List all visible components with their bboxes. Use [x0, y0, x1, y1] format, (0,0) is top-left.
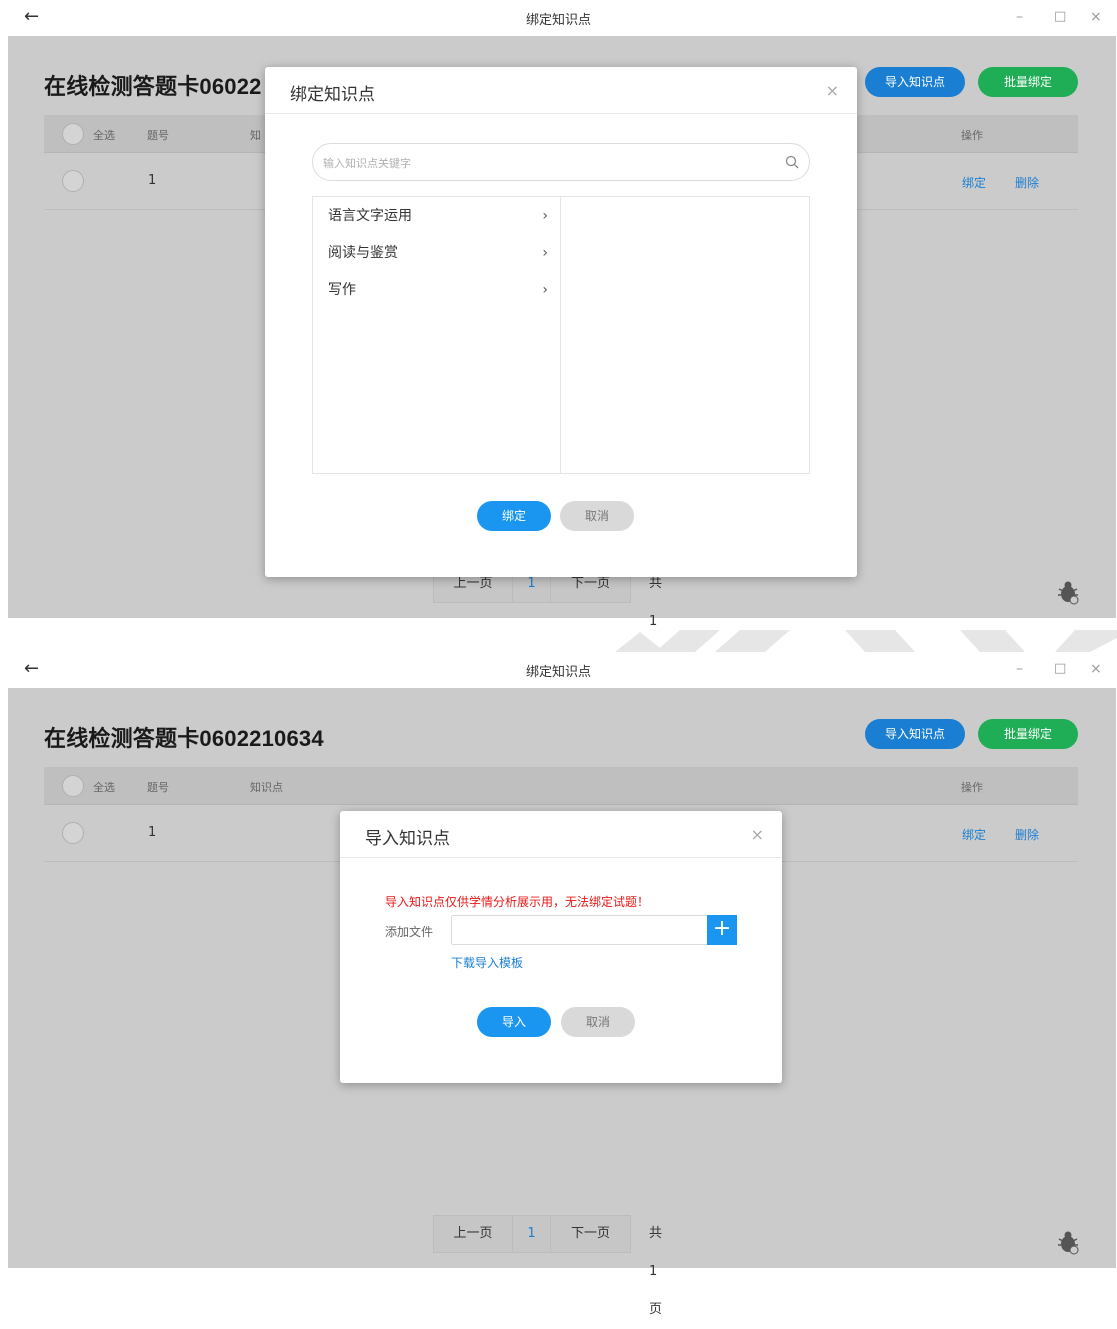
- import-confirm-button[interactable]: 导入: [477, 1007, 551, 1037]
- page-title: 在线检测答题卡0602210634: [44, 726, 324, 751]
- prev-page-button[interactable]: 上一页: [433, 1215, 513, 1253]
- plus-icon[interactable]: +: [707, 915, 737, 945]
- column-actions: 操作: [961, 129, 983, 142]
- modal-title: 绑定知识点: [290, 85, 375, 105]
- batch-bind-button[interactable]: 批量绑定: [978, 719, 1078, 749]
- bind-knowledge-modal: 绑定知识点 × 输入知识点关键字 语言文字运用 › 阅读与鉴赏 › 写作 › 绑…: [265, 67, 857, 577]
- tree-item-language[interactable]: 语言文字运用 ›: [328, 201, 548, 231]
- row-select-radio[interactable]: [62, 170, 84, 192]
- row-number: 1: [148, 825, 157, 840]
- modal-header: 绑定知识点 ×: [265, 67, 857, 114]
- page-total: 共 1页: [649, 1226, 663, 1317]
- screen-bind-knowledge: ← 绑定知识点 – □ × 在线检测答题卡06022 导入知识点 批量绑定 全选…: [0, 0, 1117, 667]
- batch-bind-button[interactable]: 批量绑定: [978, 67, 1078, 97]
- window-title: 绑定知识点: [525, 13, 591, 28]
- maximize-icon[interactable]: □: [1054, 8, 1066, 26]
- knowledge-tree: 语言文字运用 › 阅读与鉴赏 › 写作 ›: [312, 196, 810, 474]
- row-bind-link[interactable]: 绑定: [962, 826, 986, 843]
- knowledge-search-input[interactable]: 输入知识点关键字: [312, 143, 810, 181]
- modal-header: 导入知识点 ×: [340, 811, 782, 858]
- row-delete-link[interactable]: 删除: [1015, 826, 1039, 843]
- row-select-radio[interactable]: [62, 822, 84, 844]
- import-knowledge-modal: 导入知识点 × 导入知识点仅供学情分析展示用，无法绑定试题！ 添加文件 + 下载…: [340, 811, 782, 1083]
- select-all-radio[interactable]: [62, 775, 84, 797]
- tree-item-label: 写作: [328, 282, 356, 298]
- close-icon[interactable]: ×: [751, 825, 764, 844]
- import-warning: 导入知识点仅供学情分析展示用，无法绑定试题！: [385, 895, 650, 909]
- select-all-label: 全选: [93, 129, 115, 142]
- maximize-icon[interactable]: □: [1054, 660, 1066, 678]
- page-title: 在线检测答题卡06022: [44, 74, 262, 99]
- download-template-link[interactable]: 下载导入模板: [451, 954, 523, 971]
- bug-icon[interactable]: [1055, 579, 1081, 605]
- search-placeholder: 输入知识点关键字: [323, 157, 411, 170]
- screen-import-knowledge: ← 绑定知识点 – □ × 在线检测答题卡0602210634 导入知识点 批量…: [0, 652, 1117, 1317]
- column-actions: 操作: [961, 781, 983, 794]
- current-page[interactable]: 1: [512, 1215, 551, 1253]
- file-input[interactable]: [451, 915, 707, 945]
- cancel-button[interactable]: 取消: [561, 1007, 635, 1037]
- minimize-icon[interactable]: –: [1016, 8, 1023, 26]
- file-label: 添加文件: [385, 925, 434, 939]
- decorative-watermark: [615, 630, 1117, 652]
- tree-item-label: 阅读与鉴赏: [328, 245, 398, 261]
- next-page-button[interactable]: 下一页: [550, 1215, 631, 1253]
- tree-item-reading[interactable]: 阅读与鉴赏 ›: [328, 238, 548, 268]
- tree-item-writing[interactable]: 写作 ›: [328, 275, 548, 305]
- minimize-icon[interactable]: –: [1016, 660, 1023, 678]
- chevron-right-icon: ›: [542, 245, 548, 261]
- import-knowledge-button[interactable]: 导入知识点: [865, 719, 965, 749]
- column-number: 题号: [147, 129, 169, 142]
- chevron-right-icon: ›: [542, 208, 548, 224]
- bug-icon[interactable]: [1055, 1229, 1081, 1255]
- tree-level-1: 语言文字运用 › 阅读与鉴赏 › 写作 ›: [313, 197, 561, 473]
- close-icon[interactable]: ×: [1090, 660, 1102, 678]
- tree-item-label: 语言文字运用: [328, 208, 412, 224]
- window-titlebar: ← 绑定知识点 – □ ×: [0, 0, 1117, 36]
- bind-confirm-button[interactable]: 绑定: [477, 501, 551, 531]
- row-number: 1: [148, 173, 157, 188]
- row-bind-link[interactable]: 绑定: [962, 174, 986, 191]
- column-knowledge: 知识点: [250, 781, 283, 794]
- row-delete-link[interactable]: 删除: [1015, 174, 1039, 191]
- separator: [0, 630, 1117, 652]
- search-icon[interactable]: [785, 155, 799, 169]
- window-titlebar: ← 绑定知识点 – □ ×: [0, 652, 1117, 688]
- column-number: 题号: [147, 781, 169, 794]
- window-title: 绑定知识点: [525, 665, 591, 680]
- select-all-radio[interactable]: [62, 123, 84, 145]
- modal-title: 导入知识点: [365, 829, 450, 849]
- column-knowledge: 知: [250, 129, 261, 142]
- cancel-button[interactable]: 取消: [560, 501, 634, 531]
- chevron-right-icon: ›: [542, 282, 548, 298]
- import-knowledge-button[interactable]: 导入知识点: [865, 67, 965, 97]
- table-header: 全选 题号 知识点 操作: [44, 767, 1078, 805]
- close-icon[interactable]: ×: [1090, 8, 1102, 26]
- close-icon[interactable]: ×: [826, 81, 839, 100]
- select-all-label: 全选: [93, 781, 115, 794]
